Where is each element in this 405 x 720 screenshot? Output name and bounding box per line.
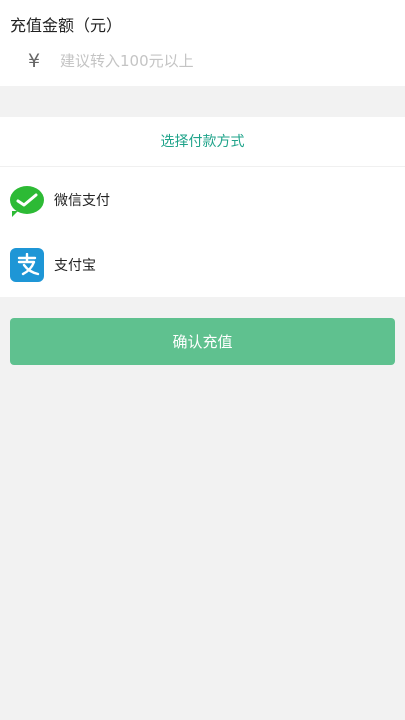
amount-title: 充值金额（元） (10, 16, 123, 35)
amount-section: 充值金额（元） ¥ (0, 0, 405, 86)
payment-option-alipay[interactable]: 支付宝 (0, 232, 405, 297)
payment-method-section: 选择付款方式 微信支付 支付宝 (0, 117, 405, 297)
amount-row: ¥ (0, 46, 405, 76)
amount-input[interactable] (60, 46, 405, 76)
payment-option-label: 支付宝 (54, 257, 96, 274)
confirm-recharge-button[interactable]: 确认充值 (10, 318, 395, 365)
payment-option-wechat[interactable]: 微信支付 (0, 167, 405, 232)
yen-icon: ¥ (27, 50, 41, 72)
wechat-pay-icon (10, 183, 44, 217)
alipay-icon (10, 247, 44, 282)
payment-option-label: 微信支付 (54, 192, 110, 209)
payment-method-header: 选择付款方式 (0, 117, 405, 167)
